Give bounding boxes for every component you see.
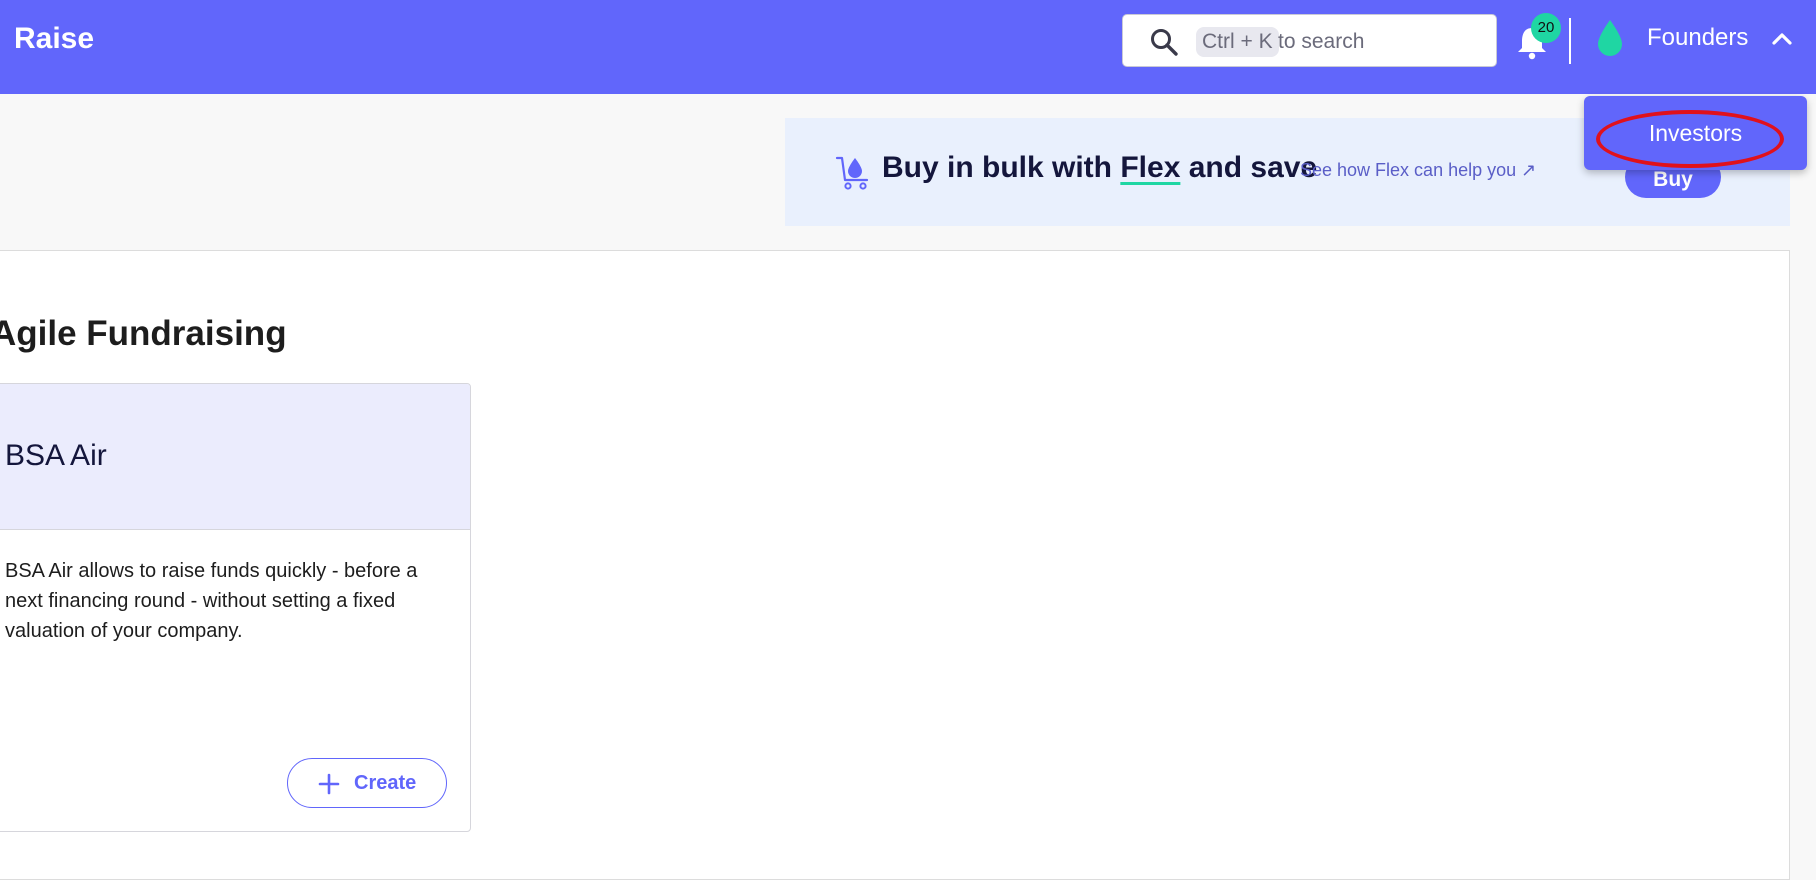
search-placeholder: to search <box>1278 30 1365 53</box>
promo-title-prefix: Buy in bulk with <box>882 151 1112 184</box>
section-title: Agile Fundraising <box>0 314 287 353</box>
app-title[interactable]: Raise <box>14 22 94 56</box>
annotation-ellipse <box>1596 110 1784 168</box>
header-divider <box>1569 18 1571 64</box>
chevron-up-icon[interactable] <box>1770 28 1794 48</box>
promo-title-flex: Flex <box>1120 151 1181 184</box>
create-button[interactable]: Create <box>287 758 447 808</box>
notification-count-badge: 20 <box>1531 13 1561 43</box>
cart-drop-icon <box>835 156 869 190</box>
promo-title-suffix: and save <box>1188 151 1318 184</box>
search-icon <box>1151 29 1178 56</box>
card-header: BSA Air <box>0 384 470 530</box>
flex-help-link[interactable]: See how Flex can help you ↗ <box>1300 160 1536 181</box>
drop-icon <box>1598 20 1622 56</box>
card-description: BSA Air allows to raise funds quickly - … <box>5 560 418 642</box>
create-button-label: Create <box>354 772 417 794</box>
card-title: BSA Air <box>5 439 107 472</box>
promo-title: Buy in bulk with Flex and save <box>882 151 1317 185</box>
search-shortcut-key: Ctrl + K <box>1196 27 1279 57</box>
product-card: BSA Air BSA Air allows to raise funds qu… <box>0 383 471 832</box>
search-box[interactable]: Ctrl + K to search <box>1122 14 1497 67</box>
top-navigation-bar: Raise Ctrl + K to search 20 Founders <box>0 0 1816 94</box>
plus-icon <box>318 773 340 795</box>
user-menu-label[interactable]: Founders <box>1647 24 1748 52</box>
